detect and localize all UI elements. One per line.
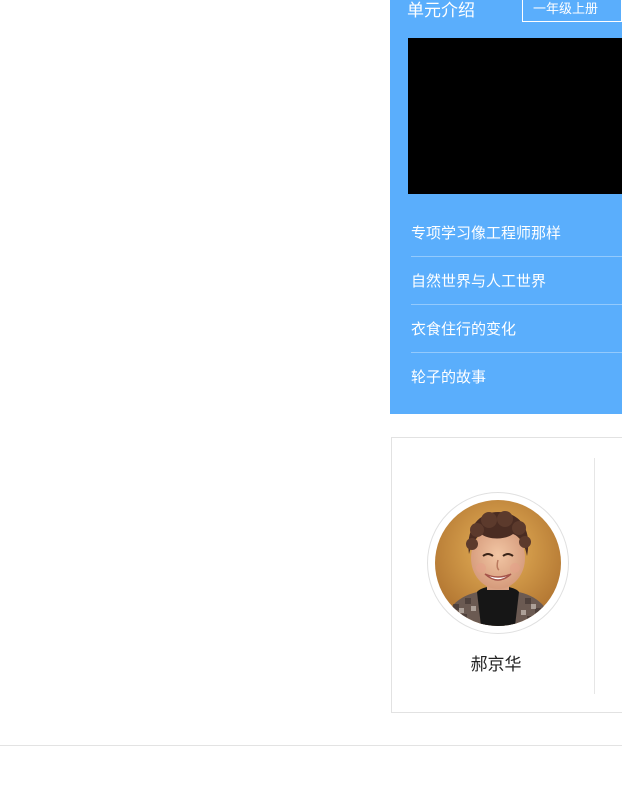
avatar-ring	[427, 492, 569, 634]
section-divider	[0, 745, 622, 746]
teacher-photo	[435, 500, 561, 626]
grade-select[interactable]: 一年级上册	[522, 0, 622, 22]
unit-intro-title: 单元介绍	[407, 1, 475, 21]
card-divider	[594, 458, 595, 694]
unit-item[interactable]: 衣食住行的变化	[411, 305, 622, 353]
unit-intro-panel: 单元介绍 一年级上册 专项学习像工程师那样 自然世界与人工世界 衣食住行的变化 …	[390, 0, 622, 414]
unit-item[interactable]: 轮子的故事	[411, 353, 622, 401]
teacher-avatar[interactable]	[435, 500, 561, 626]
video-player[interactable]	[408, 38, 622, 194]
unit-list: 专项学习像工程师那样 自然世界与人工世界 衣食住行的变化 轮子的故事	[411, 209, 622, 401]
unit-item[interactable]: 自然世界与人工世界	[411, 257, 622, 305]
teacher-card[interactable]: 郝京华	[391, 437, 622, 713]
teacher-name[interactable]: 郝京华	[392, 650, 600, 675]
unit-item[interactable]: 专项学习像工程师那样	[411, 209, 622, 257]
